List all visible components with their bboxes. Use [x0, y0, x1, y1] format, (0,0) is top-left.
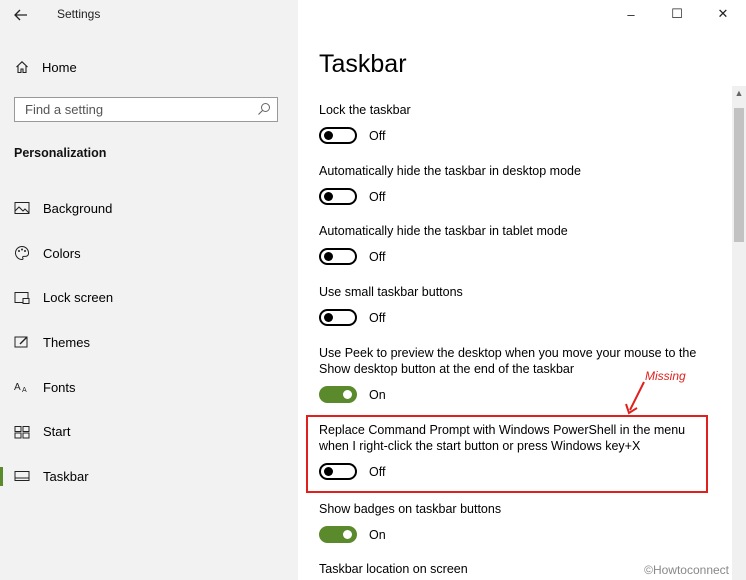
toggle-state: Off	[369, 310, 386, 325]
sidebar-item-background[interactable]: Background	[0, 186, 298, 231]
sidebar-item-themes[interactable]: Themes	[0, 320, 298, 365]
toggle-knob	[324, 313, 333, 322]
setting-badges: Show badges on taskbar buttons On	[319, 501, 719, 543]
image-icon	[13, 199, 31, 217]
sidebar-item-label: Start	[43, 424, 71, 440]
brush-icon	[13, 333, 31, 351]
toggle-state: On	[369, 387, 386, 402]
home-nav-item[interactable]: Home	[12, 55, 77, 79]
watermark: ©Howtoconnect	[644, 563, 729, 577]
lock-screen-icon	[13, 289, 31, 307]
autohide-desktop-toggle[interactable]	[319, 188, 357, 205]
scroll-up-arrow-icon[interactable]: ▲	[734, 88, 744, 98]
scroll-thumb[interactable]	[734, 108, 744, 242]
peek-toggle[interactable]	[319, 386, 357, 403]
sidebar-item-label: Themes	[43, 334, 90, 350]
autohide-tablet-toggle[interactable]	[319, 248, 357, 265]
section-title: Personalization	[14, 146, 107, 160]
window-controls: – ☐ ✕	[608, 0, 746, 28]
annotation-arrow-icon	[625, 381, 645, 415]
page-title: Taskbar	[319, 50, 407, 78]
font-icon: AA	[13, 378, 31, 396]
home-icon	[12, 60, 32, 74]
lock-taskbar-toggle[interactable]	[319, 127, 357, 144]
main-content: – ☐ ✕ Taskbar Lock the taskbar Off Autom…	[298, 0, 746, 580]
titlebar-left: Settings	[0, 0, 298, 30]
toggle-state: Off	[369, 128, 386, 143]
setting-label: Automatically hide the taskbar in tablet…	[319, 224, 568, 238]
taskbar-icon	[13, 467, 31, 485]
sidebar-item-label: Taskbar	[43, 468, 89, 484]
toggle-state: Off	[369, 189, 386, 204]
start-icon	[13, 423, 31, 441]
sidebar-item-label: Background	[43, 200, 113, 216]
setting-lock-taskbar: Lock the taskbar Off	[319, 102, 719, 144]
toggle-knob	[343, 390, 352, 399]
toggle-knob	[324, 252, 333, 261]
sidebar-item-label: Colors	[43, 245, 81, 261]
setting-autohide-desktop: Automatically hide the taskbar in deskto…	[319, 163, 719, 205]
toggle-knob	[324, 131, 333, 140]
scrollbar[interactable]: ▲	[732, 86, 746, 580]
app-title: Settings	[57, 7, 101, 21]
nav-list: Background Colors Lock screen Themes AA …	[0, 186, 298, 499]
setting-label: Use small taskbar buttons	[319, 285, 463, 299]
palette-icon	[13, 244, 31, 262]
back-button[interactable]	[10, 4, 32, 26]
sidebar-item-fonts[interactable]: AA Fonts	[0, 365, 298, 410]
home-label: Home	[42, 59, 77, 75]
sidebar-item-colors[interactable]: Colors	[0, 231, 298, 276]
back-arrow-icon	[14, 9, 27, 21]
sidebar: Settings Home Personalization Background…	[0, 0, 298, 580]
setting-label: Show badges on taskbar buttons	[319, 502, 502, 516]
setting-small-buttons: Use small taskbar buttons Off	[319, 284, 719, 326]
sidebar-item-taskbar[interactable]: Taskbar	[0, 454, 298, 499]
toggle-state: Off	[369, 249, 386, 264]
annotation-missing: Missing	[645, 369, 686, 383]
setting-label: Lock the taskbar	[319, 103, 411, 117]
toggle-knob	[324, 192, 333, 201]
toggle-state: On	[369, 527, 386, 542]
search-input[interactable]	[15, 98, 250, 121]
sidebar-item-start[interactable]: Start	[0, 409, 298, 454]
search-icon[interactable]	[257, 102, 271, 121]
search-box[interactable]	[14, 97, 278, 122]
close-button[interactable]: ✕	[700, 0, 746, 28]
badges-toggle[interactable]	[319, 526, 357, 543]
highlight-box	[306, 415, 708, 493]
maximize-button[interactable]: ☐	[654, 0, 700, 28]
svg-text:A: A	[22, 387, 27, 394]
setting-label: Automatically hide the taskbar in deskto…	[319, 164, 581, 178]
minimize-button[interactable]: –	[608, 0, 654, 28]
svg-text:A: A	[14, 382, 21, 393]
sidebar-item-lock-screen[interactable]: Lock screen	[0, 275, 298, 320]
setting-autohide-tablet: Automatically hide the taskbar in tablet…	[319, 223, 719, 265]
sidebar-item-label: Fonts	[43, 379, 76, 395]
sidebar-item-label: Lock screen	[43, 290, 114, 306]
small-buttons-toggle[interactable]	[319, 309, 357, 326]
toggle-knob	[343, 530, 352, 539]
